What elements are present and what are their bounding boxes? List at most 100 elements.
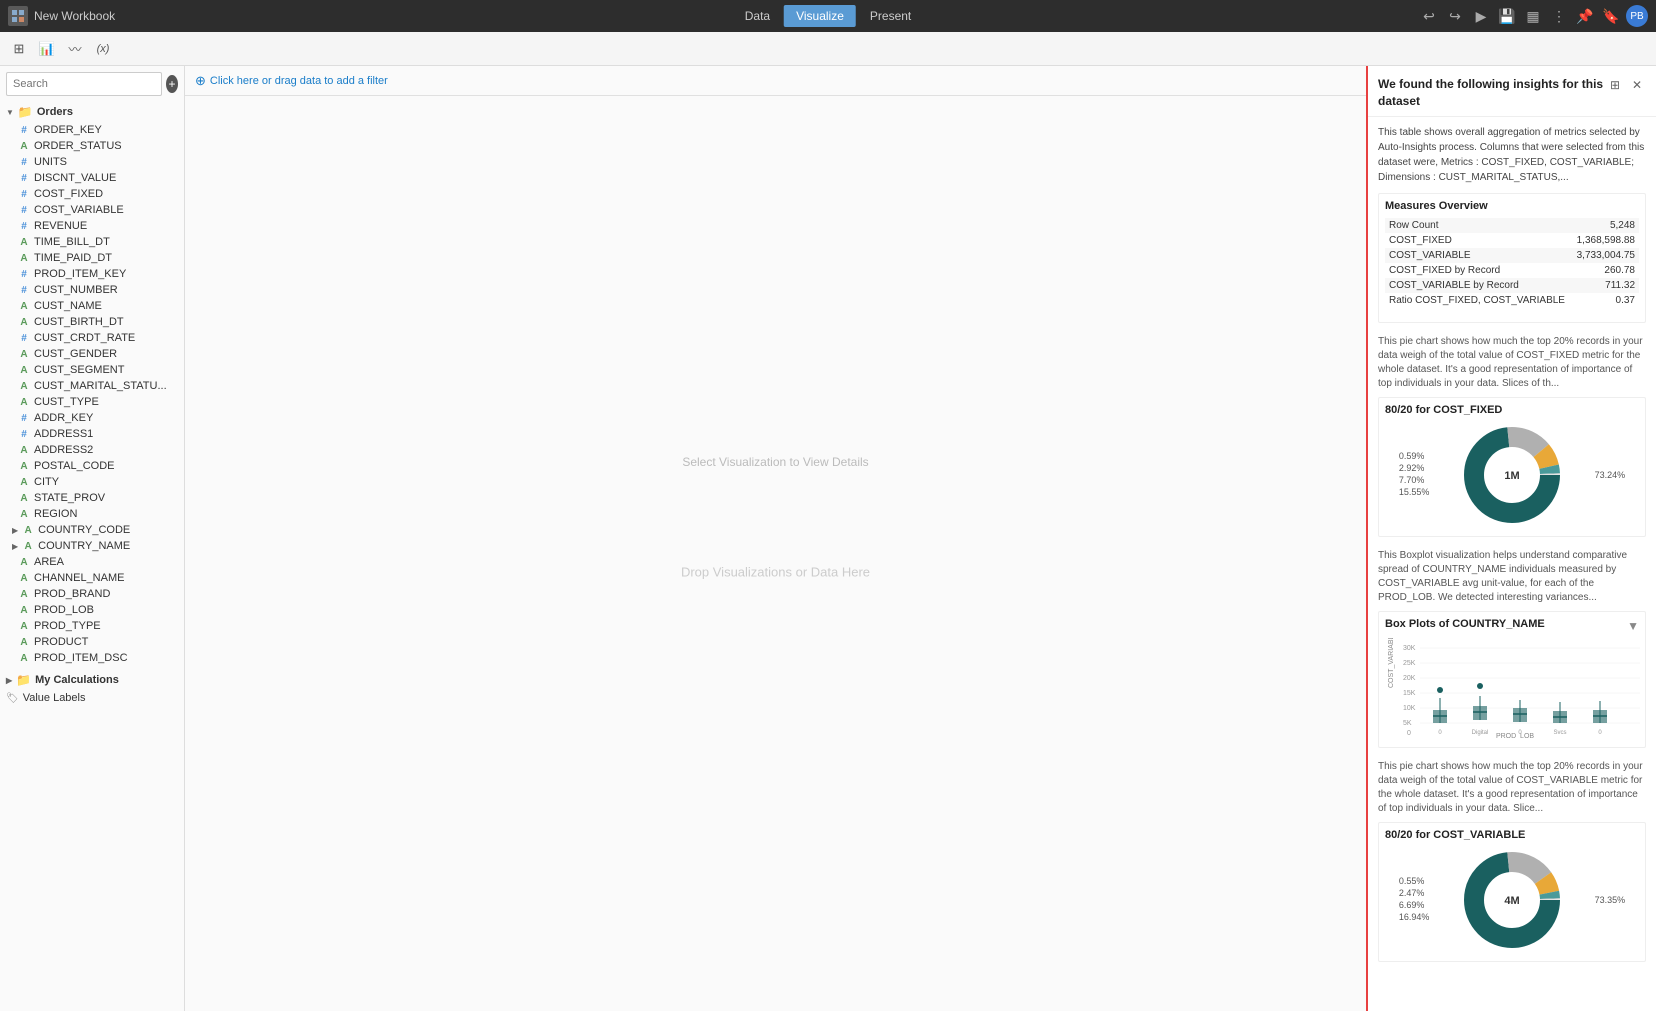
list-item[interactable]: # ADDR_KEY xyxy=(0,410,184,426)
tree-group-country-name[interactable]: ▶ A COUNTRY_NAME xyxy=(0,538,184,554)
list-item[interactable]: A CHANNEL_NAME xyxy=(0,570,184,586)
search-bar: + xyxy=(0,66,184,100)
user-avatar[interactable]: PB xyxy=(1626,5,1648,27)
chart1-svg: 1M xyxy=(1457,420,1567,530)
svg-text:0: 0 xyxy=(1438,730,1442,736)
list-item[interactable]: # CUST_CRDT_RATE xyxy=(0,330,184,346)
measures-overview-section: Measures Overview Row Count 5,248 COST_F… xyxy=(1378,193,1646,323)
list-item[interactable]: A AREA xyxy=(0,554,184,570)
fx-icon[interactable]: (x) xyxy=(92,38,114,60)
list-item[interactable]: # ADDRESS1 xyxy=(0,426,184,442)
measure-label: COST_FIXED xyxy=(1385,233,1572,248)
list-item[interactable]: A PROD_TYPE xyxy=(0,618,184,634)
list-item[interactable]: A POSTAL_CODE xyxy=(0,458,184,474)
list-item[interactable]: A PRODUCT xyxy=(0,634,184,650)
measure-value: 711.32 xyxy=(1572,278,1639,293)
list-item[interactable]: A PROD_BRAND xyxy=(0,586,184,602)
pin-icon[interactable]: 📌 xyxy=(1574,5,1596,27)
table-row: COST_FIXED 1,368,598.88 xyxy=(1385,233,1639,248)
chart-icon[interactable]: 📊 xyxy=(36,38,58,60)
line-chart-icon[interactable]: 〰 xyxy=(64,38,86,60)
measures-table: Row Count 5,248 COST_FIXED 1,368,598.88 … xyxy=(1385,218,1639,308)
list-item[interactable]: A CUST_SEGMENT xyxy=(0,362,184,378)
undo-icon[interactable]: ↩ xyxy=(1418,5,1440,27)
chart2-title: Box Plots of COUNTRY_NAME xyxy=(1385,618,1545,630)
list-item[interactable]: A CUST_NAME xyxy=(0,298,184,314)
tab-present[interactable]: Present xyxy=(858,5,923,27)
svg-text:4M: 4M xyxy=(1504,895,1519,907)
tree-group-country-code[interactable]: ▶ A COUNTRY_CODE xyxy=(0,522,184,538)
measure-label: COST_VARIABLE by Record xyxy=(1385,278,1572,293)
list-item[interactable]: # COST_FIXED xyxy=(0,186,184,202)
list-item[interactable]: # CUST_NUMBER xyxy=(0,282,184,298)
chart1-label-4: 73.24% xyxy=(1595,470,1626,480)
list-item[interactable]: A ADDRESS2 xyxy=(0,442,184,458)
search-input[interactable] xyxy=(6,72,162,96)
measure-value: 260.78 xyxy=(1572,263,1639,278)
list-item[interactable]: A PROD_ITEM_DSC xyxy=(0,650,184,666)
add-field-button[interactable]: + xyxy=(166,75,178,93)
insights-description: This table shows overall aggregation of … xyxy=(1378,125,1646,185)
bookmark-icon[interactable]: 🔖 xyxy=(1600,5,1622,27)
layout-icon[interactable]: ▦ xyxy=(1522,5,1544,27)
canvas-drop-area[interactable]: Select Visualization to View Details Dro… xyxy=(185,96,1366,1011)
play-icon[interactable]: ▶ xyxy=(1470,5,1492,27)
table-row: Ratio COST_FIXED, COST_VARIABLE 0.37 xyxy=(1385,293,1639,308)
workbook-title: New Workbook xyxy=(34,9,1412,23)
grid-icon[interactable]: ⊞ xyxy=(1606,76,1624,94)
list-item[interactable]: # ORDER_KEY xyxy=(0,122,184,138)
list-item[interactable]: # DISCNT_VALUE xyxy=(0,170,184,186)
app-logo xyxy=(8,6,28,26)
svg-text:5K: 5K xyxy=(1403,720,1412,727)
filter-bar[interactable]: ⊕ Click here or drag data to add a filte… xyxy=(185,66,1366,96)
redo-icon[interactable]: ↪ xyxy=(1444,5,1466,27)
list-item[interactable]: A CITY xyxy=(0,474,184,490)
table-row: COST_FIXED by Record 260.78 xyxy=(1385,263,1639,278)
chart3-svg: 4M xyxy=(1457,845,1567,955)
svg-text:25K: 25K xyxy=(1403,660,1416,667)
svg-text:0: 0 xyxy=(1407,730,1411,737)
list-item[interactable]: A ORDER_STATUS xyxy=(0,138,184,154)
measure-value: 1,368,598.88 xyxy=(1572,233,1639,248)
list-item[interactable]: # PROD_ITEM_KEY xyxy=(0,266,184,282)
chart3-description: This pie chart shows how much the top 20… xyxy=(1378,760,1646,816)
chart1-container: 80/20 for COST_FIXED 0.59% 2.92% 7.70% 1… xyxy=(1378,397,1646,537)
list-item[interactable]: A CUST_BIRTH_DT xyxy=(0,314,184,330)
chart3-label-0: 0.55% xyxy=(1399,876,1430,886)
list-item[interactable]: A TIME_PAID_DT xyxy=(0,250,184,266)
list-item[interactable]: A PROD_LOB xyxy=(0,602,184,618)
table-icon[interactable]: ⊞ xyxy=(8,38,30,60)
insights-title: We found the following insights for this… xyxy=(1378,76,1606,110)
chart1-label-1: 2.92% xyxy=(1399,463,1430,473)
chart3-labels: 0.55% 2.47% 6.69% 16.94% xyxy=(1399,876,1430,924)
chart2-menu[interactable]: ▼ xyxy=(1627,619,1639,633)
list-item[interactable]: A CUST_MARITAL_STATU... xyxy=(0,378,184,394)
list-item[interactable]: A CUST_TYPE xyxy=(0,394,184,410)
list-item[interactable]: A STATE_PROV xyxy=(0,490,184,506)
chart1-description: This pie chart shows how much the top 20… xyxy=(1378,335,1646,391)
list-item[interactable]: A REGION xyxy=(0,506,184,522)
tree-group-orders[interactable]: ▼ 📁 Orders xyxy=(0,102,184,122)
chart1-label-0: 0.59% xyxy=(1399,451,1430,461)
tree-group-calculations[interactable]: ▶ 📁 My Calculations xyxy=(0,670,184,690)
chart3-title: 80/20 for COST_VARIABLE xyxy=(1385,829,1639,841)
list-item[interactable]: A CUST_GENDER xyxy=(0,346,184,362)
list-item[interactable]: # REVENUE xyxy=(0,218,184,234)
value-labels-item[interactable]: 🏷 Value Labels xyxy=(0,690,184,706)
canvas-drop-hint: Drop Visualizations or Data Here xyxy=(681,564,870,579)
close-insights-icon[interactable]: ✕ xyxy=(1628,76,1646,94)
chart3-label-3: 16.94% xyxy=(1399,912,1430,922)
list-item[interactable]: # COST_VARIABLE xyxy=(0,202,184,218)
list-item[interactable]: # UNITS xyxy=(0,154,184,170)
tab-data[interactable]: Data xyxy=(733,5,782,27)
insights-panel-header: We found the following insights for this… xyxy=(1368,66,1656,117)
insights-actions: ⊞ ✕ xyxy=(1606,76,1646,94)
center-canvas: ⊕ Click here or drag data to add a filte… xyxy=(185,66,1366,1011)
list-item[interactable]: A TIME_BILL_DT xyxy=(0,234,184,250)
table-row: COST_VARIABLE 3,733,004.75 xyxy=(1385,248,1639,263)
measure-value: 0.37 xyxy=(1572,293,1639,308)
save-icon[interactable]: 💾 xyxy=(1496,5,1518,27)
more-icon[interactable]: ⋮ xyxy=(1548,5,1570,27)
svg-text:0: 0 xyxy=(1598,730,1602,736)
tab-visualize[interactable]: Visualize xyxy=(784,5,856,27)
